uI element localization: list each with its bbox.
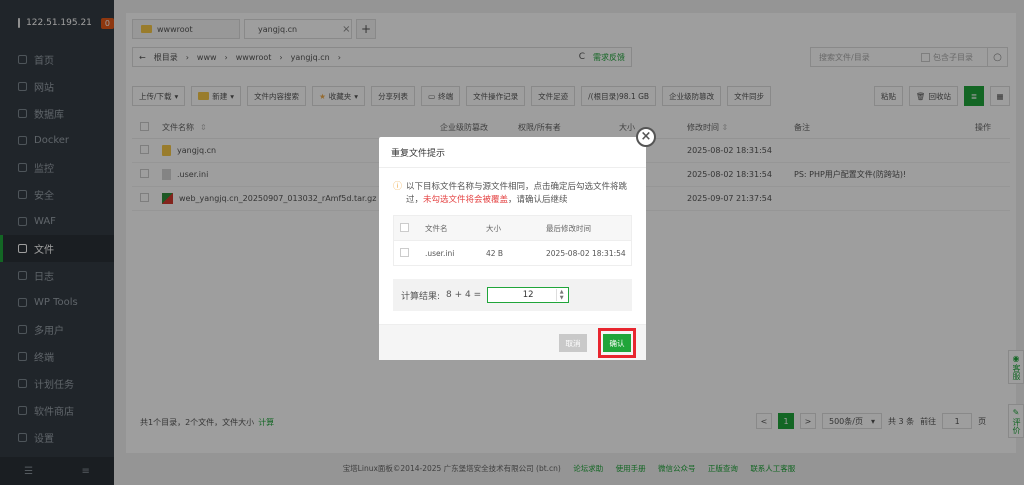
calc-expression: 8 + 4 = <box>446 290 482 300</box>
dup-file-mtime: 2025-08-02 18:31:54 <box>546 248 626 258</box>
warning-icon: ⓘ <box>393 182 403 192</box>
calc-result-input[interactable]: 12 ▲ ▼ <box>487 287 570 303</box>
dup-row-checkbox[interactable] <box>400 247 409 257</box>
dialog-footer: 取消 确认 <box>379 324 646 360</box>
dialog-title: 重复文件提示 <box>379 137 646 168</box>
confirm-highlight: 确认 <box>598 328 636 358</box>
dup-table-header: 文件名 大小 最后修改时间 <box>394 216 631 240</box>
dup-col-mtime: 最后修改时间 <box>546 223 591 233</box>
confirm-button[interactable]: 确认 <box>603 334 631 352</box>
dup-col-size: 大小 <box>486 223 501 233</box>
dup-file-size: 42 B <box>486 248 504 258</box>
dup-file-name: .user.ini <box>425 248 455 258</box>
overwrite-warning: 未勾选文件将会被覆盖 <box>423 195 509 205</box>
duplicate-file-table: 文件名 大小 最后修改时间 .user.ini 42 B 2025-08-02 … <box>393 215 632 266</box>
chevron-down-icon: ▼ <box>559 295 564 301</box>
dup-select-all-checkbox[interactable] <box>400 222 409 232</box>
duplicate-file-dialog: 重复文件提示 × ⓘ 以下目标文件名称与源文件相同，点击确定后勾选文件将跳过，未… <box>379 127 656 360</box>
number-stepper[interactable]: ▲ ▼ <box>556 289 566 301</box>
calc-label: 计算结果: <box>401 291 441 302</box>
captcha-calc: 计算结果: 8 + 4 = 12 ▲ ▼ <box>393 279 632 311</box>
cancel-button[interactable]: 取消 <box>559 334 587 352</box>
dup-table-row[interactable]: .user.ini 42 B 2025-08-02 18:31:54 <box>394 240 631 265</box>
dup-col-name: 文件名 <box>425 223 448 233</box>
close-icon[interactable]: × <box>636 127 656 147</box>
dialog-message: ⓘ 以下目标文件名称与源文件相同，点击确定后勾选文件将跳过，未勾选文件将会被覆盖… <box>393 182 628 205</box>
